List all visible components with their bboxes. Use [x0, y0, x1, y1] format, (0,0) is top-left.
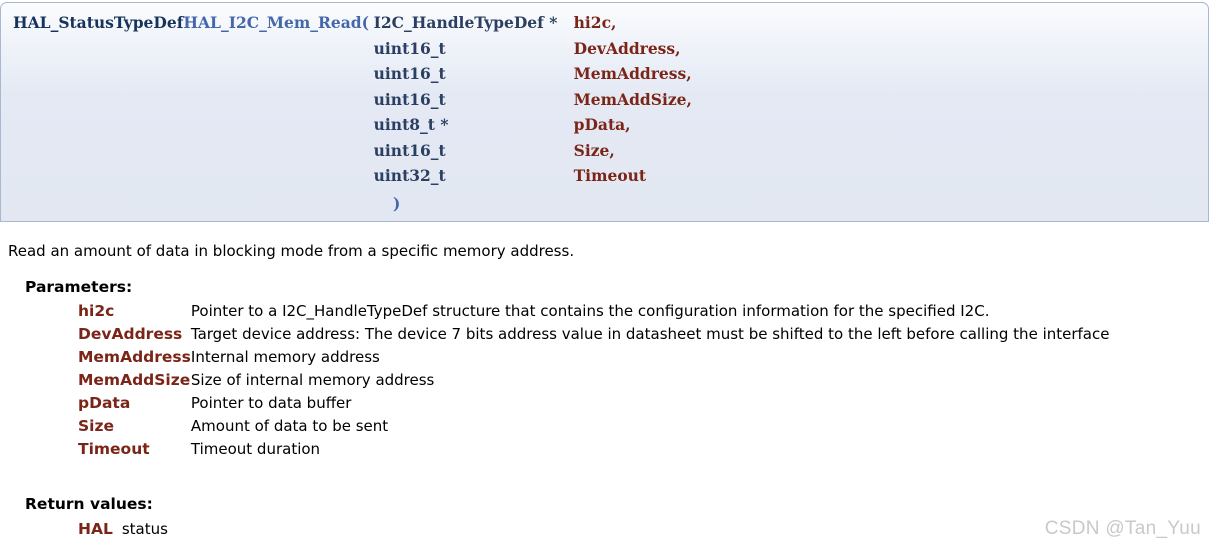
arg-type-3: uint16_t — [373, 89, 446, 109]
prototype-row-0: HAL_StatusTypeDef HAL_I2C_Mem_Read ( I2C… — [13, 10, 692, 36]
arg-name-2: MemAddress, — [573, 64, 692, 83]
arg-type-2: uint16_t — [373, 64, 446, 83]
table-row: HAL status — [78, 518, 168, 541]
return-values-rows: HAL status — [78, 518, 168, 541]
table-row: pData Pointer to data buffer — [78, 392, 1109, 415]
spacer-fname-3 — [183, 87, 361, 113]
table-row: DevAddress Target device address: The de… — [78, 323, 1109, 346]
prototype-rows: HAL_StatusTypeDef HAL_I2C_Mem_Read ( I2C… — [13, 10, 692, 189]
param-desc-pdata: Pointer to data buffer — [190, 394, 352, 412]
spacer-ret-3 — [13, 87, 183, 113]
parameters-rows: hi2c Pointer to a I2C_HandleTypeDef stru… — [78, 300, 1109, 461]
arg-name-5: Size, — [573, 140, 615, 160]
param-name-pdata: pData — [78, 394, 131, 412]
spacer-ret-2 — [13, 61, 183, 87]
spacer-fname-4 — [183, 112, 361, 138]
spacer-paren-3 — [362, 87, 374, 113]
arg-type-6: uint32_t — [373, 166, 446, 185]
prototype-row-3: uint16_t MemAddSize, — [13, 87, 692, 113]
arg-type-4: uint8_t * — [373, 115, 449, 134]
open-paren: ( — [361, 13, 369, 32]
return-values-heading: Return values: — [25, 495, 153, 513]
arg-name-4: pData, — [573, 115, 631, 134]
arg-name-0: hi2c, — [573, 13, 617, 32]
arg-type-5: uint16_t — [373, 140, 446, 160]
prototype-row-5: uint16_t Size, — [13, 138, 692, 164]
arg-type-1: uint16_t — [373, 38, 446, 58]
spacer-fname-5 — [183, 138, 361, 164]
spacer-fname-6 — [183, 163, 361, 189]
param-name-memaddsize: MemAddSize — [78, 371, 191, 389]
prototype-row-2: uint16_t MemAddress, — [13, 61, 692, 87]
arg-name-3: MemAddSize, — [573, 89, 692, 109]
param-name-timeout: Timeout — [78, 440, 150, 458]
return-type: HAL_StatusTypeDef — [13, 13, 184, 32]
spacer-paren-2 — [362, 61, 374, 87]
arg-name-1: DevAddress, — [573, 38, 681, 58]
param-name-memaddress: MemAddress — [78, 348, 191, 366]
return-values-table: HAL status — [78, 518, 168, 541]
return-name-hal: HAL — [78, 520, 113, 538]
table-row: MemAddress Internal memory address — [78, 346, 1109, 369]
prototype-row-1: uint16_t DevAddress, — [13, 36, 692, 62]
close-paren: ) — [393, 194, 401, 213]
param-name-hi2c: hi2c — [78, 302, 115, 320]
spacer-ret-1 — [13, 36, 183, 62]
spacer-paren-4 — [362, 112, 374, 138]
arg-name-6: Timeout — [573, 166, 647, 185]
function-name[interactable]: HAL_I2C_Mem_Read — [183, 10, 361, 36]
spacer-fname-1 — [183, 36, 361, 62]
watermark: CSDN @Tan_Yuu — [1044, 518, 1201, 539]
spacer-ret-6 — [13, 163, 183, 189]
parameters-heading: Parameters: — [25, 278, 133, 296]
return-desc-hal: status — [121, 520, 168, 538]
table-row: Timeout Timeout duration — [78, 438, 1109, 461]
spacer-paren-5 — [362, 138, 374, 164]
table-row: Size Amount of data to be sent — [78, 415, 1109, 438]
spacer-paren-6 — [362, 163, 374, 189]
param-desc-size: Amount of data to be sent — [190, 417, 389, 435]
spacer-fname-2 — [183, 61, 361, 87]
spacer-ret-5 — [13, 138, 183, 164]
param-name-devaddress: DevAddress — [78, 325, 183, 343]
param-desc-memaddsize: Size of internal memory address — [190, 371, 435, 389]
spacer-paren-1 — [362, 36, 374, 62]
parameters-table: hi2c Pointer to a I2C_HandleTypeDef stru… — [78, 300, 1109, 461]
prototype-row-4: uint8_t * pData, — [13, 112, 692, 138]
function-description: Read an amount of data in blocking mode … — [8, 242, 575, 260]
spacer-ret-4 — [13, 112, 183, 138]
function-prototype-box: HAL_StatusTypeDef HAL_I2C_Mem_Read ( I2C… — [0, 2, 1209, 222]
table-row: MemAddSize Size of internal memory addre… — [78, 369, 1109, 392]
prototype-table: HAL_StatusTypeDef HAL_I2C_Mem_Read ( I2C… — [13, 10, 692, 189]
param-desc-timeout: Timeout duration — [190, 440, 321, 458]
arg-type-0[interactable]: I2C_HandleTypeDef * — [374, 10, 574, 36]
param-desc-memaddress: Internal memory address — [190, 348, 380, 366]
prototype-row-6: uint32_t Timeout — [13, 163, 692, 189]
param-desc-devaddress: Target device address: The device 7 bits… — [190, 325, 1110, 343]
table-row: hi2c Pointer to a I2C_HandleTypeDef stru… — [78, 300, 1109, 323]
param-name-size: Size — [78, 417, 115, 435]
param-desc-hi2c: Pointer to a I2C_HandleTypeDef structure… — [190, 302, 990, 320]
